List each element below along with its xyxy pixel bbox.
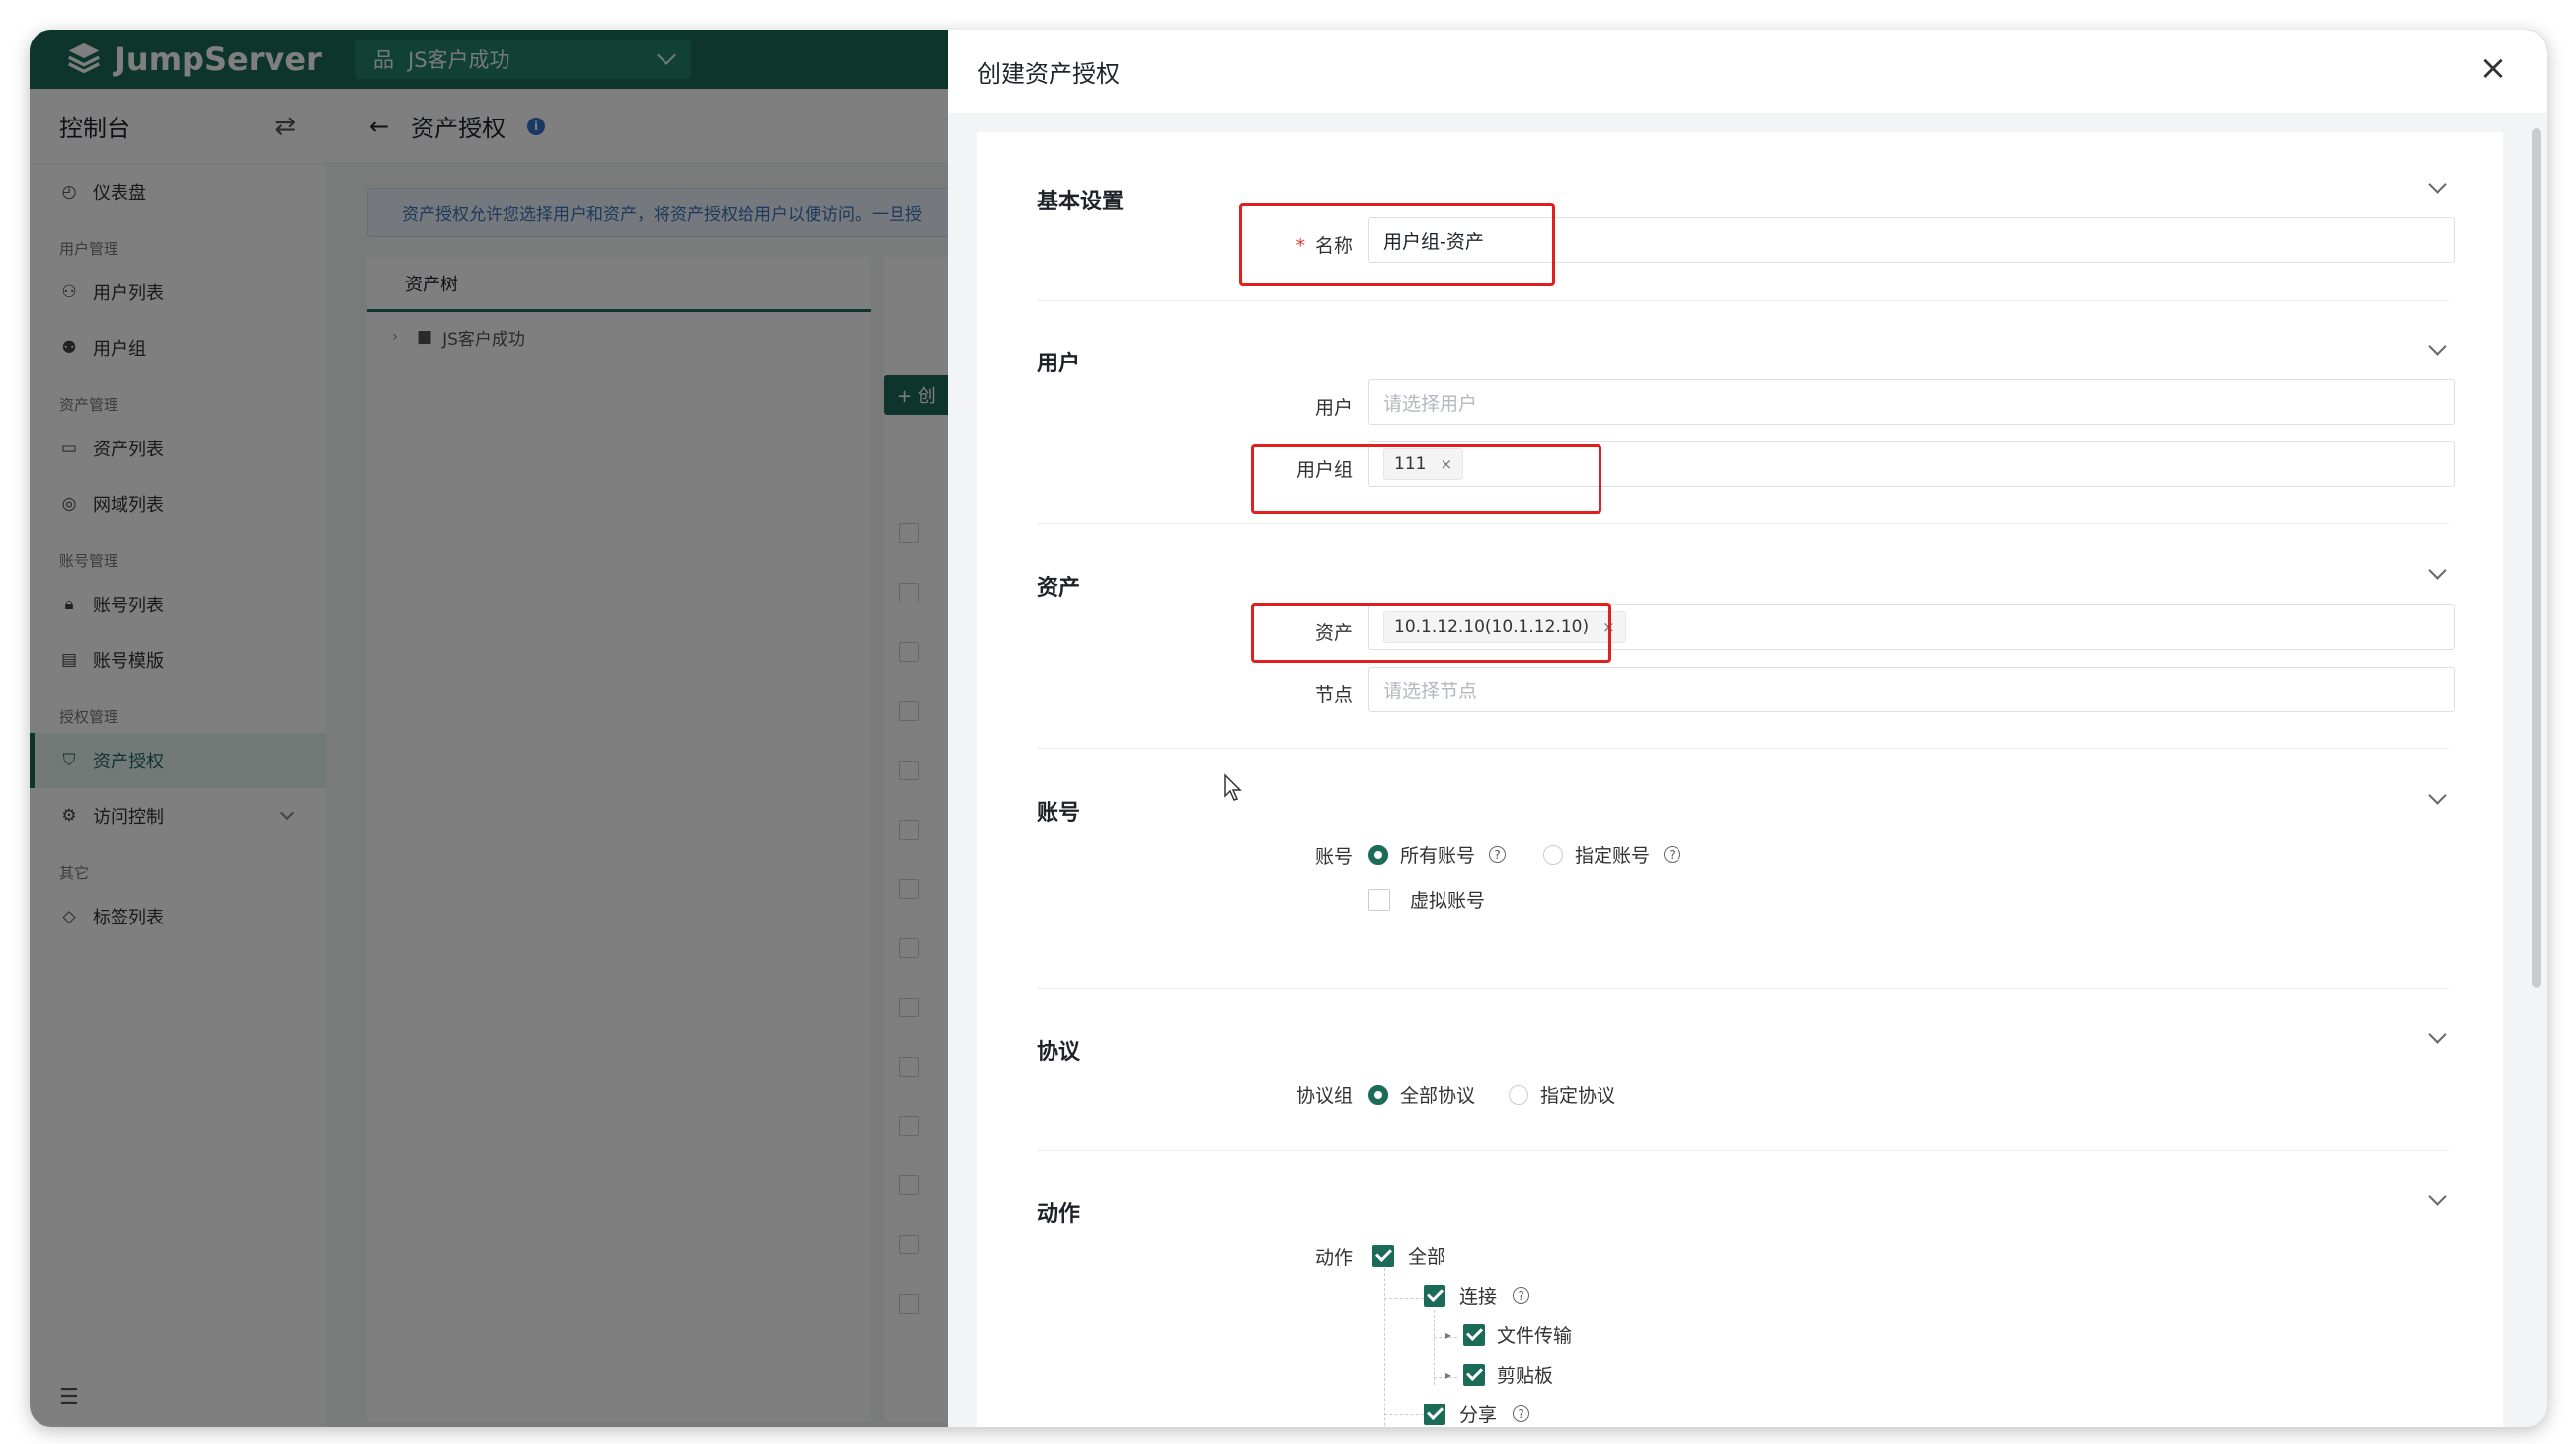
caret-right-icon[interactable]: ▸ <box>1445 1328 1451 1342</box>
checkbox-label: 文件传输 <box>1497 1325 1573 1347</box>
chevron-down-icon[interactable] <box>2428 1187 2447 1206</box>
checkbox-label: 剪贴板 <box>1497 1365 1554 1387</box>
help-icon[interactable]: ? <box>1513 1287 1530 1304</box>
help-icon[interactable]: ? <box>1664 846 1681 863</box>
highlight-box <box>1239 203 1555 286</box>
virtual-account-checkbox[interactable] <box>1368 888 1390 911</box>
radio-label: 指定协议 <box>1540 1085 1616 1107</box>
radio-label: 全部协议 <box>1400 1085 1476 1107</box>
divider <box>1037 1150 2449 1151</box>
section-title-assets: 资产 <box>1037 576 1081 601</box>
chevron-down-icon[interactable] <box>2428 175 2447 194</box>
tree-line <box>1434 1310 1435 1385</box>
action-all-checkbox[interactable] <box>1372 1244 1394 1267</box>
divider <box>1037 523 2449 524</box>
tree-line <box>1384 1268 1385 1427</box>
action-all-row: 全部 <box>1372 1243 1445 1269</box>
tree-line <box>1384 1414 1424 1415</box>
node-label: 节点 <box>1314 684 1353 706</box>
checkbox-label: 全部 <box>1408 1246 1446 1268</box>
action-clipboard-checkbox[interactable] <box>1463 1363 1486 1386</box>
highlight-box <box>1251 603 1611 663</box>
mouse-cursor-icon <box>1224 773 1242 801</box>
form-card: 基本设置 * 名称 用户组-资产 用户 用户 请选择用户 用户组 111 × 资产 … <box>977 132 2503 1427</box>
drawer-body: 基本设置 * 名称 用户组-资产 用户 用户 请选择用户 用户组 111 × 资产 … <box>948 113 2547 1427</box>
section-title-actions: 动作 <box>1037 1202 1081 1227</box>
protocol-label: 协议组 <box>1295 1085 1353 1107</box>
radio-specified-protocols[interactable] <box>1509 1084 1529 1105</box>
account-radio-group: 所有账号 ? 指定账号 ? <box>1368 842 1681 868</box>
section-title-protocols: 协议 <box>1037 1040 1081 1065</box>
action-connect-checkbox[interactable] <box>1424 1284 1445 1307</box>
chevron-down-icon[interactable] <box>2428 1025 2447 1044</box>
action-label: 动作 <box>1314 1247 1353 1269</box>
action-connect-row: 连接 ? <box>1424 1282 1530 1309</box>
create-permission-drawer: 创建资产授权 × 基本设置 * 名称 用户组-资产 用户 用户 请选择用户 用户组… <box>948 30 2547 1427</box>
node-select[interactable]: 请选择节点 <box>1368 667 2455 712</box>
radio-all-accounts[interactable] <box>1368 844 1388 865</box>
radio-all-protocols[interactable] <box>1368 1084 1388 1105</box>
radio-specified-accounts[interactable] <box>1543 844 1564 865</box>
chevron-down-icon[interactable] <box>2428 337 2447 356</box>
account-label: 账号 <box>1314 846 1353 868</box>
divider <box>1037 748 2449 749</box>
close-icon[interactable]: × <box>2476 51 2510 87</box>
action-file-transfer-row: ▸ 文件传输 <box>1445 1322 1572 1348</box>
tree-line <box>1384 1298 1424 1299</box>
chevron-down-icon[interactable] <box>2428 786 2447 805</box>
section-title-users: 用户 <box>1037 352 1081 376</box>
user-label: 用户 <box>1314 397 1353 419</box>
action-clipboard-row: ▸ 剪贴板 <box>1445 1361 1553 1388</box>
checkbox-label: 分享 <box>1459 1404 1498 1426</box>
section-title-basic: 基本设置 <box>1037 190 1125 214</box>
caret-right-icon[interactable]: ▸ <box>1445 1368 1451 1382</box>
highlight-box <box>1251 444 1601 514</box>
section-title-accounts: 账号 <box>1037 801 1081 826</box>
protocol-radio-group: 全部协议 指定协议 <box>1368 1082 1615 1108</box>
action-share-row: 分享 ? <box>1424 1401 1530 1427</box>
help-icon[interactable]: ? <box>1489 846 1507 863</box>
virtual-account-row: 虚拟账号 <box>1368 886 1485 913</box>
divider <box>1037 300 2449 301</box>
radio-label: 指定账号 <box>1575 845 1651 867</box>
drawer-scrollbar[interactable] <box>2532 128 2541 988</box>
drawer-title: 创建资产授权 <box>977 59 1120 88</box>
action-share-checkbox[interactable] <box>1424 1403 1445 1425</box>
help-icon[interactable]: ? <box>1513 1405 1530 1422</box>
radio-label: 所有账号 <box>1400 845 1476 867</box>
chevron-down-icon[interactable] <box>2428 561 2447 580</box>
divider <box>1037 988 2449 989</box>
checkbox-label: 连接 <box>1459 1286 1498 1308</box>
user-select[interactable]: 请选择用户 <box>1368 379 2455 425</box>
action-file-transfer-checkbox[interactable] <box>1463 1324 1486 1346</box>
checkbox-label: 虚拟账号 <box>1410 890 1486 912</box>
